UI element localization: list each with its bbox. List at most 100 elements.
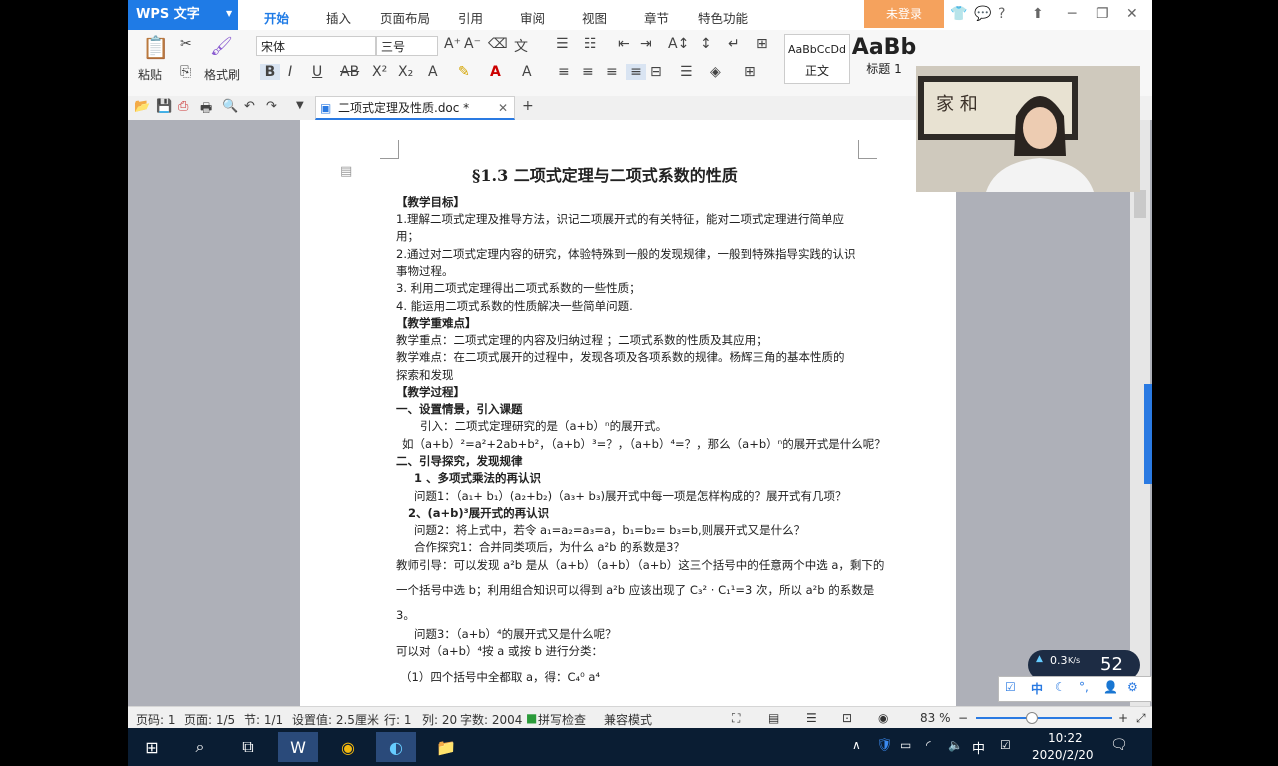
notifications-icon[interactable]: 🗨 — [1110, 737, 1128, 753]
open-icon[interactable]: 📂 — [134, 99, 150, 114]
char-scale-icon[interactable]: A↕ — [668, 36, 689, 52]
zoom-slider[interactable] — [976, 717, 1112, 719]
security-icon[interactable]: 🛡 — [876, 738, 893, 753]
page-view-icon[interactable]: ▤ — [768, 711, 779, 725]
windows-start-icon[interactable]: ⊞ — [132, 732, 172, 762]
style-normal[interactable]: AaBbCcDd 正文 — [784, 34, 850, 84]
increase-indent-icon[interactable]: ⇥ — [640, 36, 652, 52]
italic-icon[interactable]: I — [288, 64, 292, 80]
ime-lang-toggle[interactable]: 中 — [1031, 680, 1043, 697]
chrome-icon[interactable]: ◉ — [328, 732, 368, 762]
battery-icon[interactable]: ▭ — [900, 738, 911, 752]
document-page[interactable]: ▤ §1.3 二项式定理与二项式系数的性质 【教学目标】 1.理解二项式定理及推… — [300, 120, 956, 706]
clock-time[interactable]: 10:22 — [1048, 731, 1083, 745]
tab-view[interactable]: 视图 — [582, 8, 607, 27]
clear-format-icon[interactable]: ⌫ — [488, 36, 508, 52]
tab-insert[interactable]: 插入 — [326, 8, 351, 27]
align-center-icon[interactable]: ≡ — [582, 64, 594, 80]
wifi-icon[interactable]: ◜ — [926, 738, 931, 752]
minimize-icon[interactable]: ─ — [1068, 6, 1076, 22]
strikethrough-icon[interactable]: AB — [340, 64, 359, 80]
tab-references[interactable]: 引用 — [458, 8, 483, 27]
status-page[interactable]: 页面: 1/5 — [184, 711, 235, 728]
pinyin-icon[interactable]: 文 — [514, 36, 528, 56]
search-icon[interactable]: ⌕ — [180, 732, 220, 762]
dropdown-arrow-icon[interactable]: ▼ — [226, 9, 232, 18]
quick-access-dropdown-icon[interactable]: ▼ — [296, 100, 304, 111]
wps-taskbar-icon[interactable]: W — [278, 732, 318, 762]
show-hidden-icons[interactable]: ∧ — [852, 738, 861, 752]
help-icon[interactable]: ? — [998, 6, 1005, 22]
distributed-icon[interactable]: ⊟ — [650, 64, 662, 80]
zoom-slider-handle[interactable] — [1026, 712, 1038, 724]
text-effect-icon[interactable]: A — [428, 64, 438, 80]
font-color-icon[interactable]: A — [490, 64, 501, 80]
underline-icon[interactable]: U — [312, 64, 322, 80]
print-icon[interactable]: 🖶 — [200, 99, 212, 121]
brush-icon[interactable]: 🖌 — [210, 36, 233, 57]
meeting-app-icon[interactable]: ◐ — [376, 732, 416, 762]
read-mode-icon[interactable]: ◉ — [878, 711, 888, 725]
punctuation-icon[interactable]: °, — [1079, 680, 1089, 694]
close-tab-icon[interactable]: ✕ — [498, 97, 508, 119]
tab-start[interactable]: 开始 — [264, 8, 289, 27]
web-view-icon[interactable]: ⊡ — [842, 711, 852, 725]
app-menu-button[interactable]: WPS 文字 — [128, 0, 238, 30]
justify-icon[interactable]: ≡ — [626, 64, 646, 80]
close-icon[interactable]: ✕ — [1126, 6, 1138, 22]
save-icon[interactable]: 💾 — [156, 99, 172, 114]
highlight-icon[interactable]: ✎ — [458, 64, 470, 80]
task-view-icon[interactable]: ⧉ — [228, 732, 268, 762]
settings-icon[interactable]: ⚙ — [1127, 680, 1138, 694]
shading-icon[interactable]: ◈ — [710, 64, 721, 80]
side-panel-toggle[interactable] — [1144, 384, 1152, 484]
page-layout-icon[interactable]: ▤ — [340, 164, 352, 179]
grow-font-icon[interactable]: A⁺ — [444, 36, 461, 52]
paste-button[interactable]: 粘贴 — [138, 66, 162, 83]
shirt-icon[interactable]: 👕 — [950, 6, 967, 22]
spell-check-toggle[interactable]: 拼写检查 — [538, 711, 586, 728]
tab-features[interactable]: 特色功能 — [698, 8, 748, 27]
chat-icon[interactable]: 💬 — [974, 6, 991, 22]
zoom-in-icon[interactable]: + — [1118, 711, 1128, 725]
new-tab-icon[interactable]: + — [522, 98, 534, 114]
font-name-select[interactable]: 宋体 — [256, 36, 376, 56]
paste-icon[interactable]: 📋 — [142, 36, 169, 61]
shrink-font-icon[interactable]: A⁻ — [464, 36, 481, 52]
ime-mode-icon[interactable]: ☑ — [1000, 738, 1011, 752]
tab-page-layout[interactable]: 页面布局 — [380, 8, 430, 27]
tab-review[interactable]: 审阅 — [520, 8, 545, 27]
login-button[interactable]: 未登录 — [864, 0, 944, 28]
bold-icon[interactable]: B — [260, 64, 280, 80]
align-right-icon[interactable]: ≡ — [606, 64, 618, 80]
format-painter-button[interactable]: 格式刷 — [204, 66, 240, 83]
scroll-thumb[interactable] — [1134, 190, 1146, 218]
numbering-icon[interactable]: ☷ — [584, 36, 597, 52]
align-left-icon[interactable]: ≡ — [558, 64, 570, 80]
borders-icon[interactable]: ⊞ — [744, 64, 756, 80]
focus-mode-icon[interactable]: ⛶ — [732, 711, 740, 726]
fit-page-icon[interactable]: ⤢ — [1136, 711, 1146, 726]
font-size-select[interactable]: 三号 — [376, 36, 438, 56]
superscript-icon[interactable]: X² — [372, 64, 387, 80]
subscript-icon[interactable]: X₂ — [398, 64, 413, 80]
status-word-count[interactable]: 字数: 2004 — [460, 711, 522, 728]
user-icon[interactable]: 👤 — [1103, 680, 1118, 694]
decrease-indent-icon[interactable]: ⇤ — [618, 36, 630, 52]
print-preview-icon[interactable]: 🔍 — [222, 99, 238, 114]
document-tab[interactable]: ▣ 二项式定理及性质.doc * ✕ — [315, 96, 515, 120]
export-pdf-icon[interactable]: ⎙ — [178, 99, 188, 114]
cut-icon[interactable]: ✂ — [180, 36, 192, 52]
show-marks-icon[interactable]: ↵ — [728, 36, 740, 52]
zoom-out-icon[interactable]: − — [958, 711, 968, 725]
redo-icon[interactable]: ↷ — [266, 99, 277, 114]
bullets-icon[interactable]: ☰ — [556, 36, 569, 52]
copy-icon[interactable]: ⎘ — [180, 64, 191, 80]
upload-icon[interactable]: ⬆ — [1032, 6, 1044, 22]
sort-icon[interactable]: ↕ — [700, 36, 712, 52]
clock-date[interactable]: 2020/2/20 — [1032, 748, 1094, 762]
outline-view-icon[interactable]: ☰ — [806, 711, 817, 725]
volume-icon[interactable]: 🔈 — [948, 738, 963, 752]
table-icon[interactable]: ⊞ — [756, 36, 768, 52]
ime-logo-icon[interactable]: ☑ — [1005, 680, 1016, 694]
